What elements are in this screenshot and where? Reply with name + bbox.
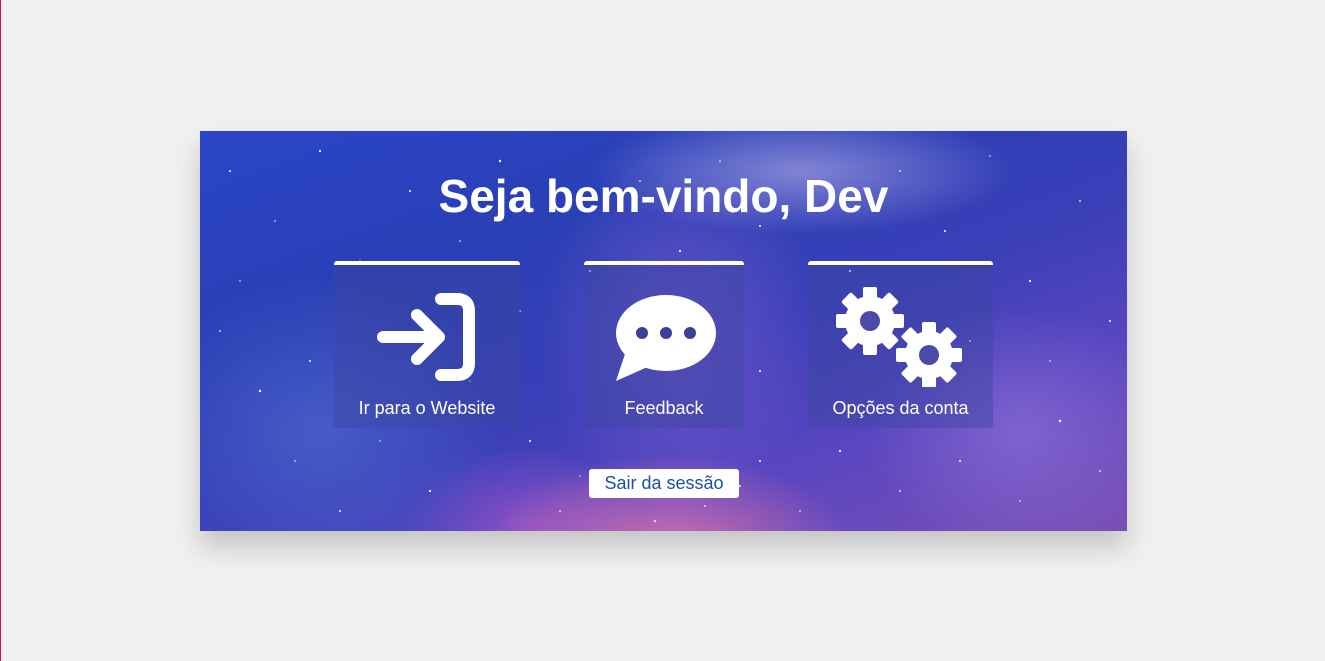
welcome-panel: Seja bem-vindo, Dev Ir para o Website Fe…: [200, 131, 1127, 531]
page-edge-line: [0, 0, 1, 661]
chat-bubble-icon: [584, 287, 744, 387]
account-options-label: Opções da conta: [832, 398, 969, 418]
account-options-card[interactable]: Opções da conta: [808, 261, 993, 428]
go-to-website-card[interactable]: Ir para o Website: [334, 261, 520, 428]
go-to-website-label: Ir para o Website: [358, 398, 496, 418]
logout-button[interactable]: Sair da sessão: [589, 469, 739, 498]
gears-icon: [808, 287, 993, 387]
login-arrow-icon: [334, 287, 520, 387]
feedback-label: Feedback: [624, 398, 704, 418]
feedback-card[interactable]: Feedback: [584, 261, 744, 428]
page-title: Seja bem-vindo, Dev: [438, 170, 889, 222]
